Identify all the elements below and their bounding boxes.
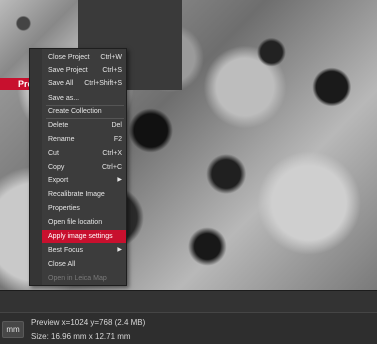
status-bar: mm Preview x=1024 y=768 (2.4 MB) Size: 1…	[0, 312, 377, 344]
menu-item-label: Close Project	[48, 54, 90, 61]
submenu-arrow-icon: ▶	[117, 177, 122, 183]
preview-info: Preview x=1024 y=768 (2.4 MB)	[31, 318, 146, 327]
menu-item-shortcut: Del	[111, 122, 122, 129]
menu-item-rename[interactable]: Rename F2	[42, 133, 126, 146]
menu-icon-gutter	[30, 49, 42, 285]
menu-item-open-file-location[interactable]: Open file location	[42, 216, 126, 229]
menu-item-shortcut: Ctrl+X	[102, 150, 122, 157]
menu-item-label: Best Focus	[48, 247, 84, 254]
menu-item-save-all[interactable]: Save All Ctrl+Shift+S	[42, 77, 126, 90]
menu-item-label: Create Collection	[48, 108, 102, 115]
menu-item-create-collection[interactable]: Create Collection	[42, 105, 126, 118]
menu-item-shortcut: Ctrl+C	[101, 164, 122, 171]
submenu-arrow-icon: ▶	[117, 247, 122, 253]
menu-item-label: Cut	[48, 150, 59, 157]
menu-item-label: Apply image settings	[48, 233, 113, 240]
menu-item-shortcut: Ctrl+Shift+S	[84, 80, 122, 87]
menu-item-shortcut: Ctrl+W	[100, 54, 122, 61]
menu-item-best-focus[interactable]: Best Focus ▶	[42, 244, 126, 257]
menu-item-label: Delete	[48, 122, 69, 129]
menu-item-close-project[interactable]: Close Project Ctrl+W	[42, 51, 126, 64]
menu-item-export[interactable]: Export ▶	[42, 174, 126, 187]
viewer-bottom-panel	[0, 290, 377, 313]
menu-item-open-in-leica-map: Open in Leica Map	[42, 272, 126, 285]
menu-item-label: Open file location	[48, 219, 103, 226]
menu-item-save-project[interactable]: Save Project Ctrl+S	[42, 64, 126, 77]
menu-item-cut[interactable]: Cut Ctrl+X	[42, 147, 126, 160]
menu-item-copy[interactable]: Copy Ctrl+C	[42, 161, 126, 174]
menu-item-delete[interactable]: Delete Del	[42, 119, 126, 132]
menu-item-label: Export	[48, 177, 69, 184]
size-info: Size: 16.96 mm x 12.71 mm	[31, 332, 131, 341]
menu-item-label: Copy	[48, 164, 65, 171]
menu-item-label: Save Project	[48, 67, 88, 74]
unit-button[interactable]: mm	[2, 321, 24, 338]
menu-item-label: Open in Leica Map	[48, 275, 107, 282]
menu-item-shortcut: Ctrl+S	[102, 67, 122, 74]
menu-item-properties[interactable]: Properties	[42, 202, 126, 215]
menu-item-recalibrate-image[interactable]: Recalibrate Image	[42, 188, 126, 201]
menu-item-save-as[interactable]: Save as...	[42, 92, 126, 105]
menu-item-close-all[interactable]: Close All	[42, 258, 126, 271]
menu-item-label: Save as...	[48, 95, 80, 102]
menu-item-label: Recalibrate Image	[48, 191, 105, 198]
menu-item-label: Rename	[48, 136, 75, 143]
context-menu: Close Project Ctrl+W Save Project Ctrl+S…	[29, 48, 127, 286]
menu-item-shortcut: F2	[113, 136, 122, 143]
menu-item-label: Properties	[48, 205, 80, 212]
menu-item-label: Close All	[48, 261, 76, 268]
menu-item-label: Save All	[48, 80, 74, 87]
menu-item-apply-image-settings[interactable]: Apply image settings	[42, 230, 126, 243]
